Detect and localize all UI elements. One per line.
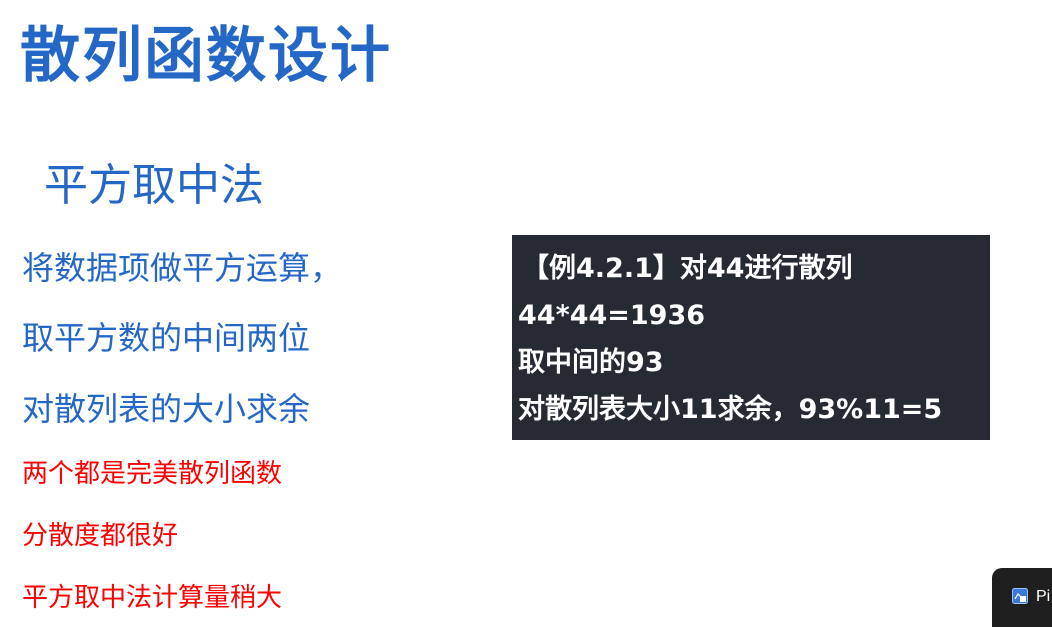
note-text: 两个都是完美散列函数 (22, 459, 283, 489)
slide: 散列函数设计 平方取中法 将数据项做平方运算， 取平方数的中间两位 对散列表的大… (0, 0, 1052, 627)
slide-title: 散列函数设计 (20, 21, 392, 91)
note-text: 分散度都很好 (22, 521, 179, 551)
picture-in-picture-label: Pi (1036, 588, 1051, 605)
step-text: 对散列表的大小求余 (22, 390, 311, 428)
step-text: 将数据项做平方运算， (22, 249, 343, 287)
step-text: 取平方数的中间两位 (22, 319, 311, 357)
slide-subtitle: 平方取中法 (44, 160, 264, 211)
example-line: 44*44=1936 (518, 300, 706, 331)
note-text: 平方取中法计算量稍大 (22, 583, 283, 613)
example-box: 【例4.2.1】对44进行散列 44*44=1936 取中间的93 对散列表大小… (512, 235, 990, 440)
picture-in-picture-icon (1012, 588, 1028, 604)
picture-in-picture-button[interactable]: Pi (992, 568, 1052, 627)
example-line: 取中间的93 (518, 347, 664, 378)
example-line: 对散列表大小11求余，93%11=5 (518, 394, 943, 425)
example-title: 【例4.2.1】对44进行散列 (522, 253, 853, 284)
